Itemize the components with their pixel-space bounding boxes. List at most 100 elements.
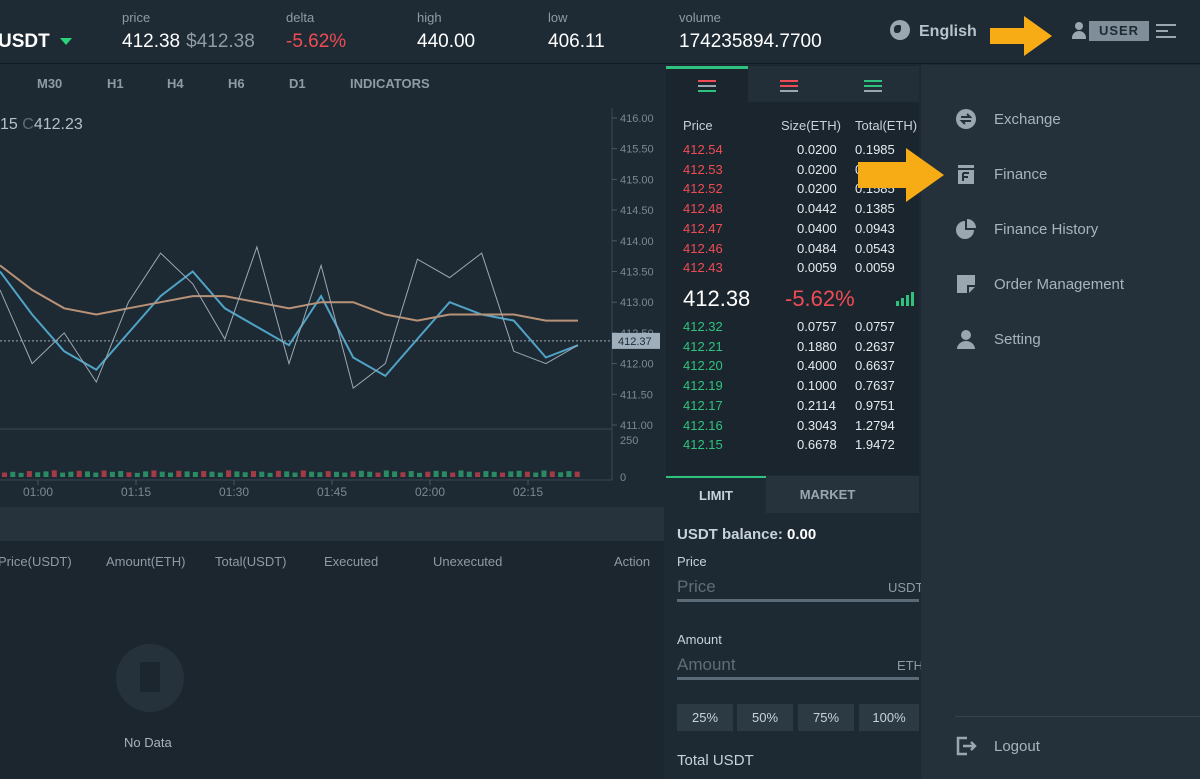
menu-item-setting[interactable]: Setting bbox=[955, 322, 1185, 356]
volume-bar bbox=[118, 471, 124, 477]
row-total: 0.0757 bbox=[855, 319, 895, 334]
y-tick-label: 415.50 bbox=[620, 144, 654, 156]
indicators-button[interactable]: INDICATORS bbox=[350, 76, 430, 91]
series-line-price bbox=[0, 245, 579, 390]
balance-label: USDT balance: bbox=[677, 526, 783, 543]
book-col-size: Size(ETH) bbox=[781, 118, 841, 133]
volume-bar bbox=[109, 471, 115, 477]
row-price: 412.43 bbox=[683, 260, 723, 276]
timeframe-d1[interactable]: D1 bbox=[289, 76, 306, 91]
volume-bar bbox=[267, 472, 273, 477]
bid-row[interactable]: 412.19 0.1000 0.7637 bbox=[683, 378, 914, 398]
percent-100-button[interactable]: 100% bbox=[859, 704, 919, 731]
volume-tick-label: 250 bbox=[620, 435, 638, 447]
x-tick-label: 02:00 bbox=[415, 485, 445, 499]
book-both-icon[interactable] bbox=[698, 80, 716, 92]
ask-row[interactable]: 412.48 0.0442 0.1385 bbox=[683, 201, 914, 221]
globe-icon[interactable] bbox=[890, 20, 910, 40]
bid-row[interactable]: 412.17 0.2114 0.9751 bbox=[683, 398, 914, 418]
ask-row[interactable]: 412.46 0.0484 0.0543 bbox=[683, 241, 914, 261]
volume-bar bbox=[284, 471, 290, 477]
row-size: 0.0484 bbox=[797, 240, 837, 256]
amount-input[interactable] bbox=[677, 652, 919, 680]
series-line-slow-ma bbox=[0, 264, 578, 322]
col-unexecuted: Unexecuted bbox=[433, 554, 503, 569]
last-delta: -5.62% bbox=[785, 286, 855, 311]
bid-row[interactable]: 412.32 0.0757 0.0757 bbox=[683, 319, 914, 339]
stat-low: low 406.11 bbox=[548, 10, 605, 53]
volume-bar bbox=[350, 471, 356, 477]
menu-icon[interactable] bbox=[1156, 24, 1176, 38]
tab-market[interactable]: MARKET bbox=[766, 476, 889, 513]
row-price: 412.19 bbox=[683, 378, 723, 394]
amount-label: Amount bbox=[677, 632, 722, 647]
timeframe-h4[interactable]: H4 bbox=[167, 76, 184, 91]
bid-row[interactable]: 412.15 0.6678 1.9472 bbox=[683, 437, 914, 457]
x-tick-label: 02:15 bbox=[513, 485, 543, 499]
volume-bar bbox=[458, 470, 464, 477]
menu-item-label: Finance bbox=[994, 166, 1048, 183]
menu-item-finance-history[interactable]: Finance History bbox=[955, 212, 1185, 246]
ask-row[interactable]: 412.47 0.0400 0.0943 bbox=[683, 221, 914, 241]
volume-bar bbox=[101, 470, 107, 477]
bid-row[interactable]: 412.20 0.4000 0.6637 bbox=[683, 358, 914, 378]
volume-bar bbox=[226, 470, 232, 477]
percent-25-button[interactable]: 25% bbox=[677, 704, 733, 731]
row-price: 412.17 bbox=[683, 397, 723, 413]
y-tick-label: 413.50 bbox=[620, 267, 654, 279]
language-selector[interactable]: English bbox=[919, 23, 977, 41]
tab-limit[interactable]: LIMIT bbox=[666, 476, 766, 513]
col-price: Price(USDT) bbox=[0, 554, 72, 569]
stat-price: price 412.38 $412.38 bbox=[122, 10, 255, 53]
menu-item-finance[interactable]: Finance bbox=[955, 157, 1185, 191]
x-tick-label: 01:45 bbox=[317, 485, 347, 499]
y-tick-label: 414.50 bbox=[620, 205, 654, 217]
menu-item-exchange[interactable]: Exchange bbox=[955, 102, 1185, 136]
user-menu-button[interactable]: USER bbox=[1089, 21, 1149, 41]
exchange-icon bbox=[956, 109, 976, 129]
stat-label: volume bbox=[679, 10, 721, 25]
stat-label: price bbox=[122, 10, 151, 25]
user-icon bbox=[957, 330, 975, 349]
pair-selector[interactable]: USDT bbox=[0, 31, 50, 53]
row-total: 0.6637 bbox=[855, 358, 895, 374]
row-price: 412.52 bbox=[683, 181, 723, 197]
volume-bar bbox=[466, 471, 472, 477]
x-tick-label: 01:15 bbox=[121, 485, 151, 499]
price-chart[interactable]: 416.00 415.50 415.00 414.50 414.00 413.50 413.… bbox=[0, 100, 664, 500]
volume-bar bbox=[342, 472, 348, 477]
timeframe-h6[interactable]: H6 bbox=[228, 76, 245, 91]
percent-75-button[interactable]: 75% bbox=[798, 704, 854, 731]
top-bar: USDT price 412.38 $412.38 delta -5.62% hi… bbox=[0, 0, 1200, 64]
annotation-arrow-icon bbox=[858, 148, 944, 202]
user-icon[interactable] bbox=[1072, 22, 1086, 39]
volume-bar bbox=[417, 472, 422, 477]
book-asks-icon[interactable] bbox=[780, 80, 798, 92]
chevron-down-icon[interactable] bbox=[60, 38, 72, 45]
volume-bar bbox=[18, 472, 24, 477]
volume-bar bbox=[516, 470, 522, 477]
volume-bar bbox=[259, 471, 265, 477]
ask-row[interactable]: 412.43 0.0059 0.0059 bbox=[683, 260, 914, 280]
bid-row[interactable]: 412.21 0.1880 0.2637 bbox=[683, 339, 914, 359]
logout-button[interactable]: Logout bbox=[955, 729, 1185, 763]
y-tick-label: 412.00 bbox=[620, 359, 654, 371]
book-bids-icon[interactable] bbox=[864, 80, 882, 92]
menu-item-order-management[interactable]: Order Management bbox=[955, 267, 1185, 301]
y-tick-label: 411.00 bbox=[620, 420, 653, 432]
volume-bar bbox=[549, 471, 555, 477]
y-tick-label: 415.00 bbox=[620, 174, 654, 186]
volume-bar bbox=[425, 471, 431, 477]
bid-row[interactable]: 412.16 0.3043 1.2794 bbox=[683, 418, 914, 438]
price-input[interactable] bbox=[677, 574, 919, 602]
price-usd: $412.38 bbox=[186, 31, 255, 52]
timeframe-h1[interactable]: H1 bbox=[107, 76, 124, 91]
timeframe-m30[interactable]: M30 bbox=[37, 76, 62, 91]
stat-label: delta bbox=[286, 10, 315, 25]
annotation-arrow-icon bbox=[990, 16, 1052, 56]
menu-divider bbox=[955, 716, 1200, 717]
row-price: 412.48 bbox=[683, 201, 723, 217]
volume-bar bbox=[10, 471, 16, 477]
percent-50-button[interactable]: 50% bbox=[737, 704, 793, 731]
volume-bar bbox=[51, 470, 57, 477]
